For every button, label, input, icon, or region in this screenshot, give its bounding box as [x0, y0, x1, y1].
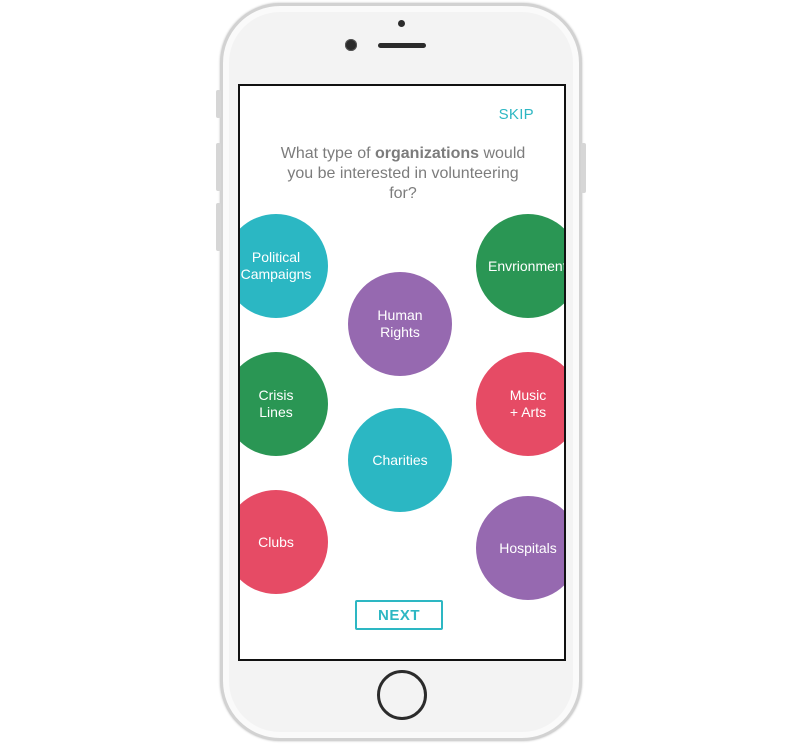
- option-hospitals[interactable]: Hospitals: [476, 496, 564, 600]
- volume-up-button: [216, 143, 221, 191]
- option-music-arts[interactable]: Music + Arts: [476, 352, 564, 456]
- option-label: Music + Arts: [509, 387, 547, 420]
- mute-switch: [216, 90, 221, 118]
- option-charities[interactable]: Charities: [348, 408, 452, 512]
- earpiece-speaker: [378, 43, 426, 48]
- option-label: Human Rights: [377, 307, 423, 340]
- skip-button[interactable]: SKIP: [499, 106, 534, 123]
- proximity-sensor: [398, 20, 405, 27]
- volume-down-button: [216, 203, 221, 251]
- front-camera-icon: [345, 39, 357, 51]
- option-environment[interactable]: Envrionment: [476, 214, 566, 318]
- option-label: Hospitals: [499, 539, 557, 556]
- option-human-rights[interactable]: Human Rights: [348, 272, 452, 376]
- home-button[interactable]: [377, 670, 427, 720]
- next-button[interactable]: NEXT: [355, 600, 443, 630]
- option-political-campaigns[interactable]: Political Campaigns: [240, 214, 328, 318]
- option-label: Charities: [372, 451, 428, 468]
- question-text-bold: organizations: [375, 145, 480, 162]
- question-heading: What type of organizations would you be …: [280, 144, 526, 204]
- option-crisis-lines[interactable]: Crisis Lines: [240, 352, 328, 456]
- option-label: Clubs: [258, 533, 294, 550]
- option-label: Envrionment: [488, 257, 566, 274]
- app-screen: SKIP What type of organizations would yo…: [238, 84, 566, 661]
- option-label: Crisis Lines: [258, 387, 294, 420]
- option-clubs[interactable]: Clubs: [240, 490, 328, 594]
- option-label: Political Campaigns: [240, 249, 312, 282]
- power-button: [581, 143, 586, 193]
- question-text-start: What type of: [280, 145, 375, 162]
